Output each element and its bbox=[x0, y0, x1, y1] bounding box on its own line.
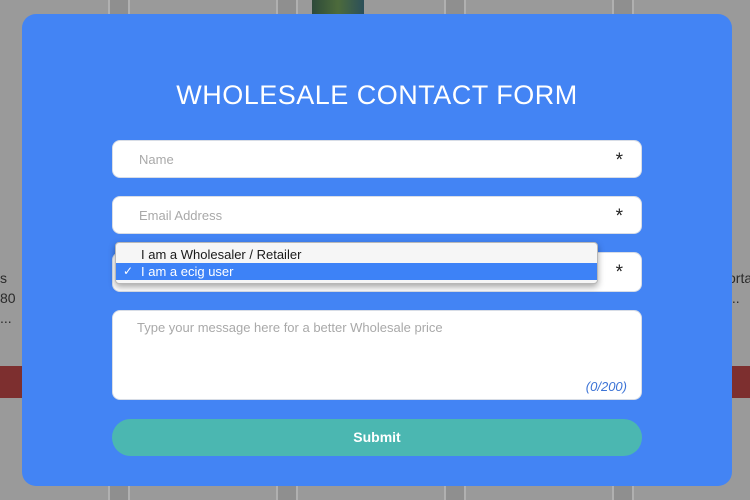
message-char-counter: (0/200) bbox=[585, 379, 627, 394]
background-product-text: s 80 ... bbox=[0, 270, 16, 326]
submit-button[interactable]: Submit bbox=[112, 419, 642, 456]
user-type-dropdown-list[interactable]: I am a Wholesaler / Retailer ✓ I am a ec… bbox=[115, 242, 598, 284]
background-button bbox=[732, 366, 750, 398]
email-field[interactable]: Email Address * bbox=[112, 196, 642, 234]
required-marker: * bbox=[615, 262, 623, 283]
form-title: WHOLESALE CONTACT FORM bbox=[176, 80, 578, 110]
check-icon: ✓ bbox=[123, 264, 134, 278]
message-textarea[interactable]: Type your message here for a better Whol… bbox=[112, 310, 642, 400]
name-field[interactable]: Name * bbox=[112, 140, 642, 178]
option-wholesaler-retailer[interactable]: I am a Wholesaler / Retailer bbox=[116, 246, 597, 263]
option-label: I am a Wholesaler / Retailer bbox=[141, 247, 302, 262]
message-placeholder: Type your message here for a better Whol… bbox=[137, 320, 443, 335]
email-placeholder: Email Address bbox=[139, 208, 223, 223]
option-ecig-user[interactable]: ✓ I am a ecig user bbox=[116, 263, 597, 280]
required-marker: * bbox=[615, 206, 623, 227]
background-button bbox=[0, 366, 22, 398]
name-placeholder: Name bbox=[139, 152, 174, 167]
option-label: I am a ecig user bbox=[141, 264, 234, 279]
required-marker: * bbox=[615, 150, 623, 171]
